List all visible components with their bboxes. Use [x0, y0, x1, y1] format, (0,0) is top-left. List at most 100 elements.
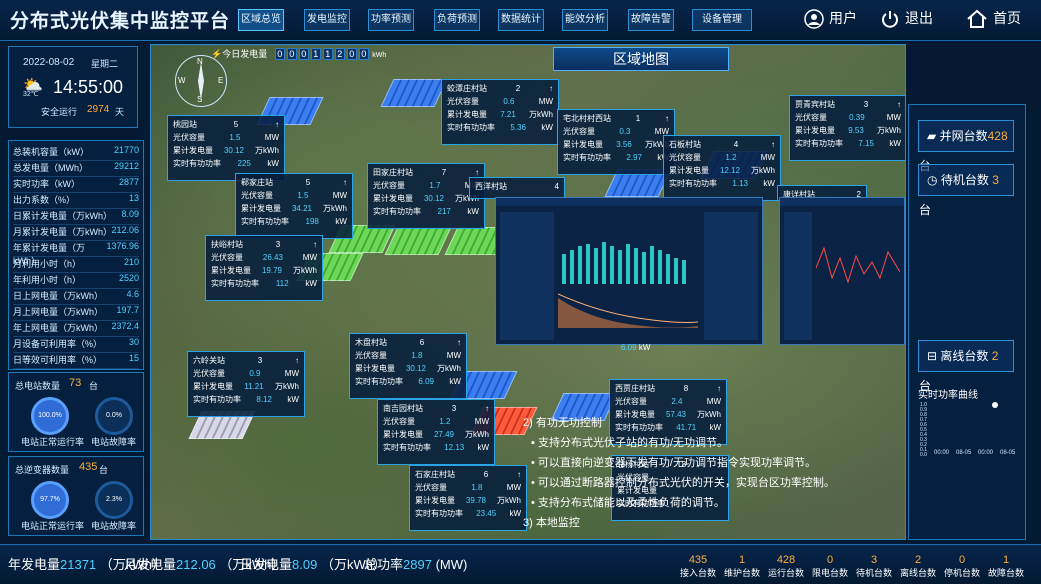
stat-label: 月累计发电量（万kWh） [13, 227, 113, 237]
gen-value: 12.12 [719, 166, 741, 175]
arrow-up-icon: ↑ [294, 356, 299, 365]
stats-panel: 总装机容量（kW） 21770 总发电量（MWh） 29212 实时功率（kW） 2877… [8, 140, 144, 370]
inverters-count-panel: 总逆变器数量 435 台 97.7% 2.3% 电站正常运行率 电站故障率 [8, 456, 144, 536]
stat-value: 212.06 [111, 225, 139, 235]
stat-value: 2520 [118, 273, 139, 283]
x-tick-label: 08-05 [956, 450, 972, 456]
pow-unit: kW [889, 139, 901, 148]
cap-value: 1.5 [229, 133, 241, 142]
counter-label: 限电台数 [811, 568, 848, 578]
stat-label: 日等效可利用率（%） [13, 355, 103, 365]
station-card[interactable]: 蛟潭庄村站 2 ↑ 光伏容量 0.6 MW 累计发电量 7.21 万kWh 实时有功功率 5.36 k… [441, 79, 559, 145]
home-button[interactable]: 首页 [966, 8, 1021, 29]
pow-value: 225 [237, 159, 251, 168]
pow-value: 217 [437, 207, 451, 216]
counter-label: 待机台数 [855, 568, 892, 578]
today-digit: 0 [346, 48, 357, 60]
nav-power-forecast[interactable]: 功率预测 [368, 9, 414, 31]
pow-unit: kW [449, 377, 461, 386]
date-text: 2022-08-02 [23, 57, 75, 68]
station-name: 西洋村站 [475, 182, 507, 191]
stat-value: 1376.96 [106, 241, 139, 251]
pv-array-green[interactable] [384, 227, 452, 255]
station-card[interactable]: 石家庄村站 6 ↑ 光伏容量 1.8 MW 累计发电量 39.78 万kWh 实时有功功率 23.4… [409, 465, 527, 531]
nav-efficiency[interactable]: 能效分析 [562, 9, 608, 31]
nav-device-mgmt[interactable]: 设备管理 [692, 9, 752, 31]
cap-label: 光伏容量 [563, 127, 595, 136]
station-card[interactable]: 田家庄村站7↑光伏容量1.7MW累计发电量30.12万kWh实时有功功率217k… [367, 163, 485, 229]
pow-label: 实时有功功率 [383, 443, 431, 452]
region-map[interactable]: NS WE 区域地图 ⚡今日发电量 00011200 kWh 桃园站 5 ↑ 光伏容量… [150, 44, 906, 540]
station-card[interactable]: 南吉园村站 3 ↑ 光伏容量 1.2 MW 累计发电量 27.49 万kWh 实时有功功率 12.1… [377, 399, 495, 465]
pow-value: 1.13 [732, 179, 748, 188]
overlay-bullet: • 可以通过断路器控制分布式光伏的开关，实现台区功率控制。 [531, 477, 835, 489]
today-gen: ⚡今日发电量 00011200 kWh [211, 47, 386, 60]
arrow-up-icon: ↑ [342, 178, 347, 187]
station-count: 3 [451, 404, 457, 413]
station-name: 南吉园村站 [383, 404, 423, 413]
embedded-right-list [704, 212, 758, 340]
station-count: 4 [554, 182, 559, 191]
arrow-up-icon: ↑ [770, 140, 775, 149]
stat-label: 总装机容量（kW） [13, 147, 89, 157]
station-card[interactable]: 六岭关站 3 ↑ 光伏容量 0.9 MW 累计发电量 11.21 万kWh 实时有功功率 8.12 k… [187, 351, 305, 417]
nav-load-forecast[interactable]: 负荷预测 [434, 9, 480, 31]
station-card[interactable]: 扶峪村站 3 ↑ 光伏容量 26.43 MW 累计发电量 19.79 万kWh 实时有功功率 112… [205, 235, 323, 301]
nav-generation-monitor[interactable]: 发电监控 [304, 9, 350, 31]
station-name: 扶峪村站 [211, 240, 243, 249]
embedded-dashboard-screenshot [495, 197, 763, 345]
station-count: 3 [257, 356, 263, 365]
station-name: 田家庄村站 [373, 168, 413, 177]
pv-array-blue[interactable] [380, 79, 448, 107]
home-icon [967, 9, 987, 29]
x-tick-label: 00:00 [978, 450, 994, 456]
nav-area-overview[interactable]: 区域总览 [238, 9, 284, 31]
overlay-heading-1: 2) 有功无功控制 [523, 417, 602, 429]
station-card[interactable]: 石板村站 4 ↑ 光伏容量 1.2 MW 累计发电量 12.12 万kWh 实时有功功率 1.13 k… [663, 135, 781, 201]
pow-unit: kW [509, 509, 521, 518]
pow-value: 8.12 [256, 395, 272, 404]
pow-unit: kW [267, 159, 279, 168]
station-card[interactable]: 宅北村村西站 1 ↑ 光伏容量 0.3 MW 累计发电量 3.56 万kWh 实时有功功率 2.97… [557, 109, 675, 175]
clock-time: 14:55:00 [53, 77, 124, 97]
safe-run-unit: 天 [115, 107, 125, 117]
cap-unit: MW [284, 369, 299, 378]
station-name: 蛟潭庄村站 [447, 84, 487, 93]
station-name: 石家庄村站 [415, 470, 455, 479]
stat-label: 年上网电量（万kWh） [13, 323, 104, 333]
embedded-chart-screenshot [779, 197, 905, 345]
gen-unit: 万kWh [751, 166, 775, 175]
pow-label: 实时有功功率 [355, 377, 403, 386]
station-count: 1 [635, 114, 641, 123]
device-counter: 0 限电台数 [810, 554, 850, 579]
cap-value: 1.7 [429, 181, 441, 190]
nav-fault-alarm[interactable]: 故障告警 [628, 9, 674, 31]
station-card-partial[interactable]: 西洋村站 4 [469, 177, 565, 199]
stat-row: 月利用小时（h） 210 [13, 257, 139, 273]
station-card[interactable]: 木盘村站 6 ↑ 光伏容量 1.8 MW 累计发电量 30.12 万kWh 实时有功功率 6.09 k… [349, 333, 467, 399]
station-card[interactable]: 贾青宾村站 3 ↑ 光伏容量 0.39 MW 累计发电量 9.53 万kWh 实时有功功率 7.15… [789, 95, 905, 161]
user-button[interactable]: 用户 [804, 8, 857, 30]
station-card[interactable]: 桃园站 5 ↑ 光伏容量 1.5 MW 累计发电量 30.12 万kWh 实时有功功率 225 kW [167, 115, 285, 181]
gen-value: 30.12 [423, 194, 445, 203]
logout-button[interactable]: 退出 [880, 8, 933, 29]
station-count: 2 [515, 84, 521, 93]
gen-value: 30.12 [405, 364, 427, 373]
today-digit: 0 [274, 48, 285, 60]
stat-value: 2877 [118, 177, 139, 187]
stat-label: 月设备可利用率（%） [13, 339, 103, 349]
counter-label: 维护台数 [723, 568, 760, 578]
stat-row: 年上网电量（万kWh） 2372.4 [13, 321, 139, 337]
cap-value: 1.2 [439, 417, 451, 426]
station-card[interactable]: 郗家庄站 5 ↑ 光伏容量 1.5 MW 累计发电量 34.21 万kWh 实时有功功率 198 kW [235, 173, 353, 239]
stat-row: 月累计发电量（万kWh） 212.06 [13, 225, 139, 241]
gen-value: 39.78 [465, 496, 487, 505]
compass-icon: NS WE [175, 55, 227, 107]
station-count: 8 [683, 384, 689, 393]
pow-unit: kW [305, 279, 317, 288]
pow-value: 112 [275, 279, 289, 288]
pow-value: 6.09 [418, 377, 434, 386]
cap-label: 光伏容量 [795, 113, 827, 122]
nav-statistics[interactable]: 数据统计 [498, 9, 544, 31]
stat-value: 210 [123, 257, 139, 267]
